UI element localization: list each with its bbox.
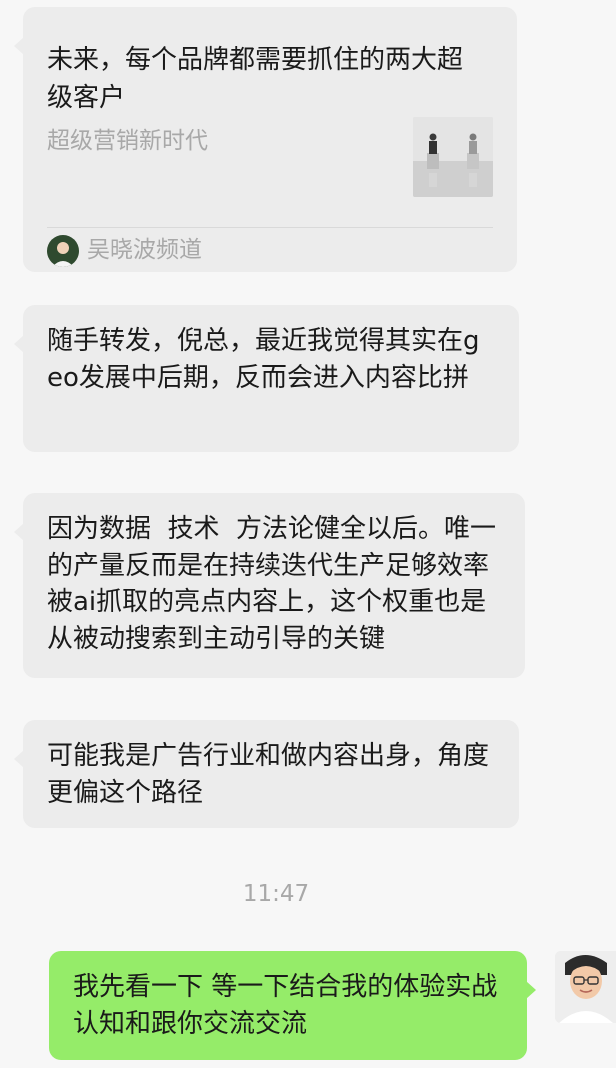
incoming-message[interactable]: 因为数据 技术 方法论健全以后。唯一的产量反而是在持续迭代生产足够效率被ai抓取… [14, 493, 525, 678]
channel-name: 吴晓波频道 [87, 237, 202, 263]
shared-article-card[interactable]: 未来，每个品牌都需要抓住的两大超级客户 超级营销新时代 吴晓波频道 [14, 7, 517, 272]
user-avatar[interactable] [555, 951, 616, 1023]
incoming-message[interactable]: 随手转发，倪总，最近我觉得其实在geo发展中后期，反而会进入内容比拼 [14, 305, 519, 452]
message-text: 随手转发，倪总，最近我觉得其实在geo发展中后期，反而会进入内容比拼 [47, 326, 480, 393]
outgoing-message[interactable]: 我先看一下 等一下结合我的体验实战认知和跟你交流交流 [49, 951, 536, 1060]
incoming-message[interactable]: 可能我是广告行业和做内容出身，角度更偏这个路径 [14, 720, 519, 828]
message-text: 可能我是广告行业和做内容出身，角度更偏这个路径 [47, 741, 490, 808]
article-thumbnail [413, 117, 493, 197]
article-description: 超级营销新时代 [47, 128, 208, 154]
card-divider [47, 227, 493, 228]
channel-avatar [47, 235, 79, 267]
message-text: 我先看一下 等一下结合我的体验实战认知和跟你交流交流 [73, 972, 498, 1039]
message-text: 因为数据 技术 方法论健全以后。唯一的产量反而是在持续迭代生产足够效率被ai抓取… [47, 514, 497, 654]
article-title: 未来，每个品牌都需要抓住的两大超级客户 [47, 45, 464, 113]
timestamp: 11:47 [242, 881, 310, 907]
